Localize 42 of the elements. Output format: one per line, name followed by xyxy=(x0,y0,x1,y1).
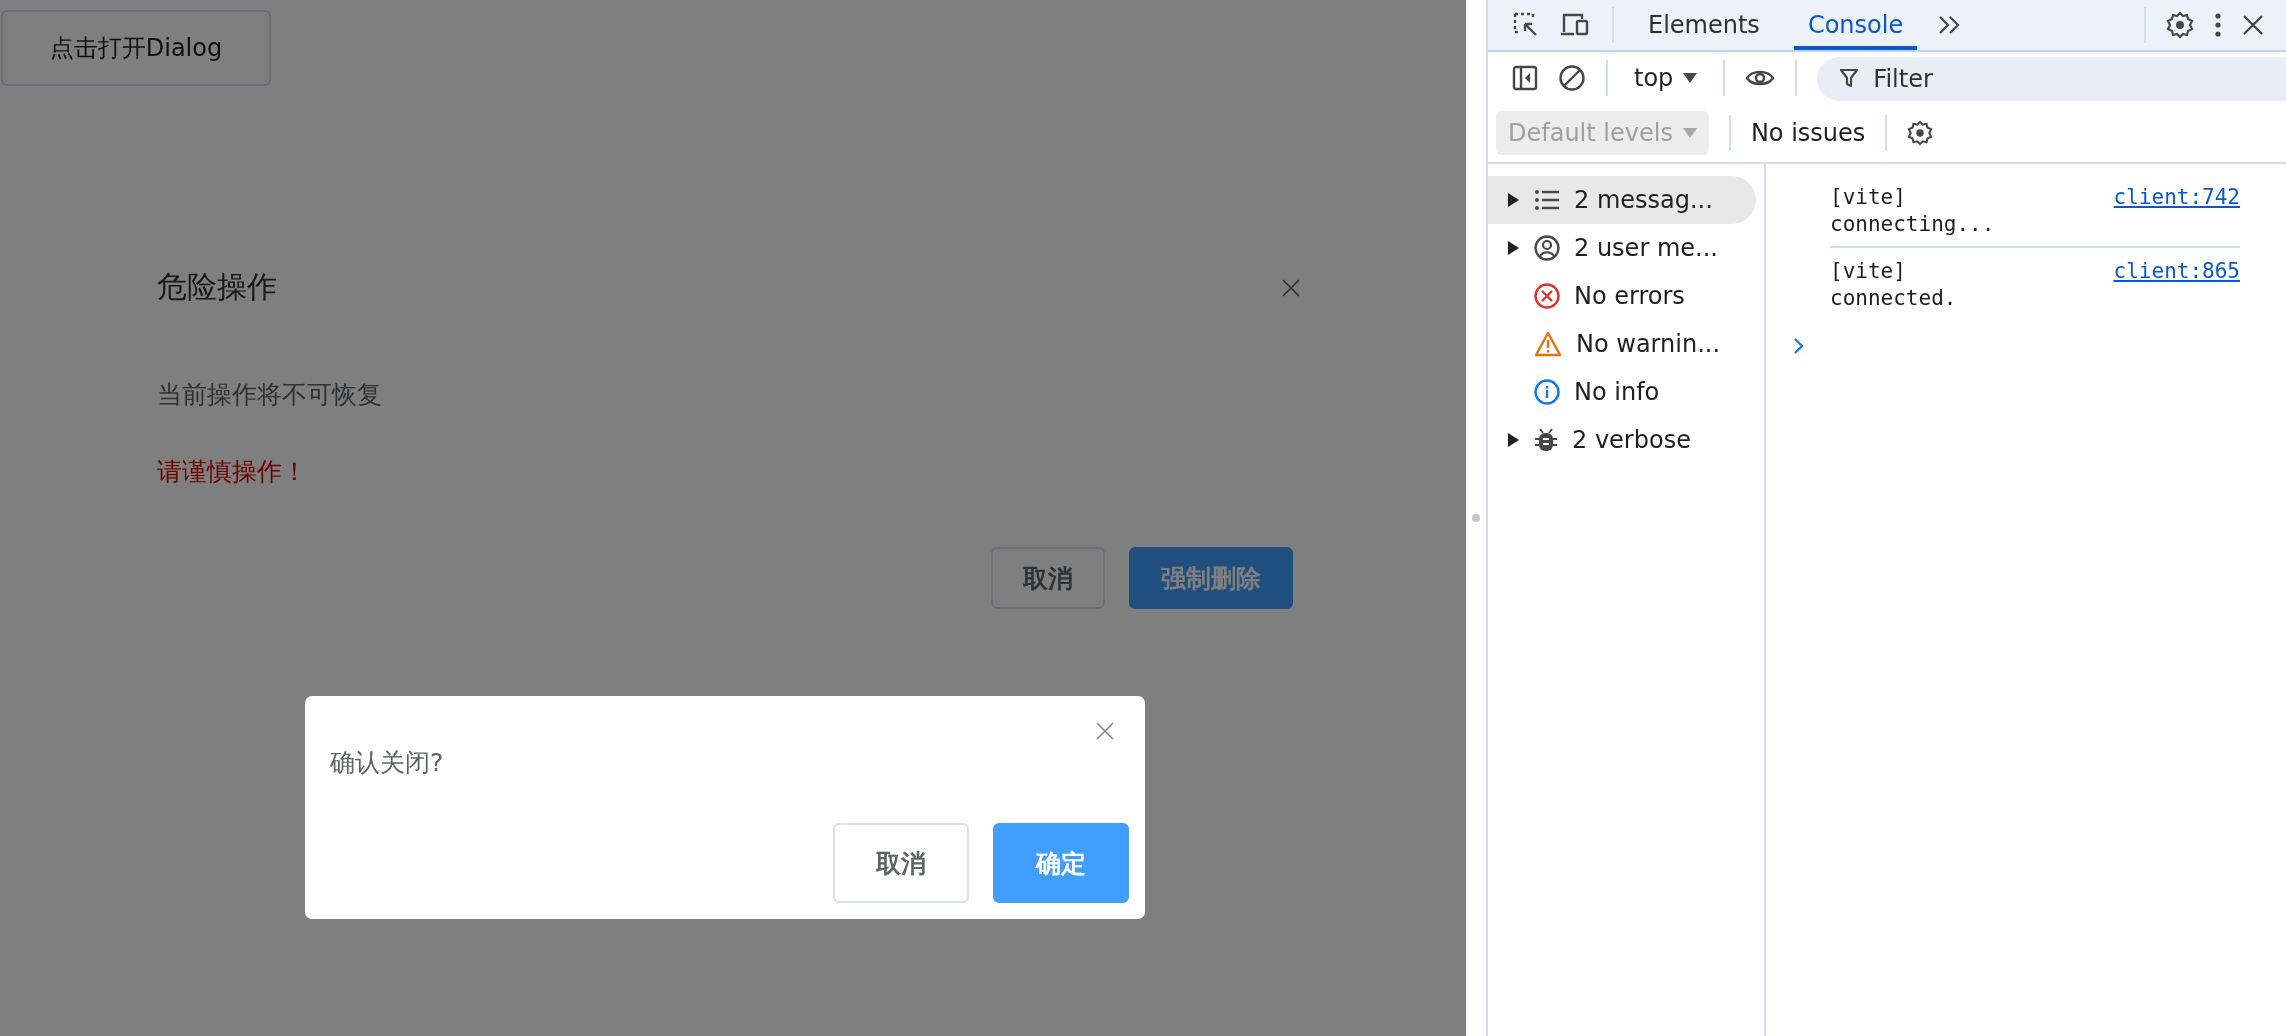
filter-field[interactable]: Filter xyxy=(1817,57,2286,101)
warning-icon xyxy=(1534,331,1562,357)
sidebar-item[interactable]: 2 user me... xyxy=(1488,224,1756,272)
sidebar-item[interactable]: No warnin... xyxy=(1488,320,1756,368)
settings-icon[interactable] xyxy=(1907,120,1934,146)
eye-icon[interactable] xyxy=(1745,68,1776,88)
settings-icon[interactable] xyxy=(2166,11,2194,39)
prompt-icon[interactable] xyxy=(1794,338,1804,354)
close-icon[interactable] xyxy=(2242,14,2264,36)
devtools-tab[interactable]: Elements xyxy=(1634,0,1774,50)
expand-arrow-icon[interactable] xyxy=(1508,433,1519,447)
dialog-title: 危险操作 xyxy=(157,268,277,306)
expand-arrow-icon[interactable] xyxy=(1508,193,1519,207)
error-icon xyxy=(1534,283,1560,309)
context-dropdown[interactable]: top xyxy=(1628,63,1704,93)
console-message: [vite] connected. xyxy=(1830,258,1958,312)
dialog-message: 确认关闭? xyxy=(330,747,445,779)
bug-icon xyxy=(1534,427,1558,453)
more-options-icon[interactable] xyxy=(2214,12,2222,38)
dialog-text: 当前操作将不可恢复 xyxy=(157,379,382,411)
user-icon xyxy=(1534,235,1560,261)
list-icon xyxy=(1534,189,1560,211)
clear-console-icon[interactable] xyxy=(1558,64,1586,92)
sidebar-item[interactable]: No info xyxy=(1488,368,1756,416)
source-link[interactable]: client:865 xyxy=(2113,258,2240,285)
expand-arrow-icon[interactable] xyxy=(1508,241,1519,255)
sidebar-item[interactable]: 2 messag... xyxy=(1488,176,1756,224)
close-icon[interactable] xyxy=(1281,277,1301,298)
issues-label[interactable]: No issues xyxy=(1750,119,1866,147)
source-link[interactable]: client:742 xyxy=(2113,184,2240,211)
dialog-button[interactable]: 取消 xyxy=(833,823,969,903)
dialog-text: 请谨慎操作！ xyxy=(157,456,307,488)
info-icon xyxy=(1534,379,1560,405)
open-dialog-button[interactable]: 点击打开Dialog xyxy=(1,10,271,86)
sidebar-item[interactable]: 2 verbose xyxy=(1488,416,1756,464)
caret-icon xyxy=(1683,73,1698,83)
filter-icon xyxy=(1839,67,1860,89)
sidebar-toggle-icon[interactable] xyxy=(1512,65,1538,91)
console-message: [vite] connecting... xyxy=(1830,184,1996,238)
caret-icon xyxy=(1682,128,1697,138)
devtools-tab[interactable]: Console xyxy=(1793,0,1918,50)
sidebar-item[interactable]: No errors xyxy=(1488,272,1756,320)
